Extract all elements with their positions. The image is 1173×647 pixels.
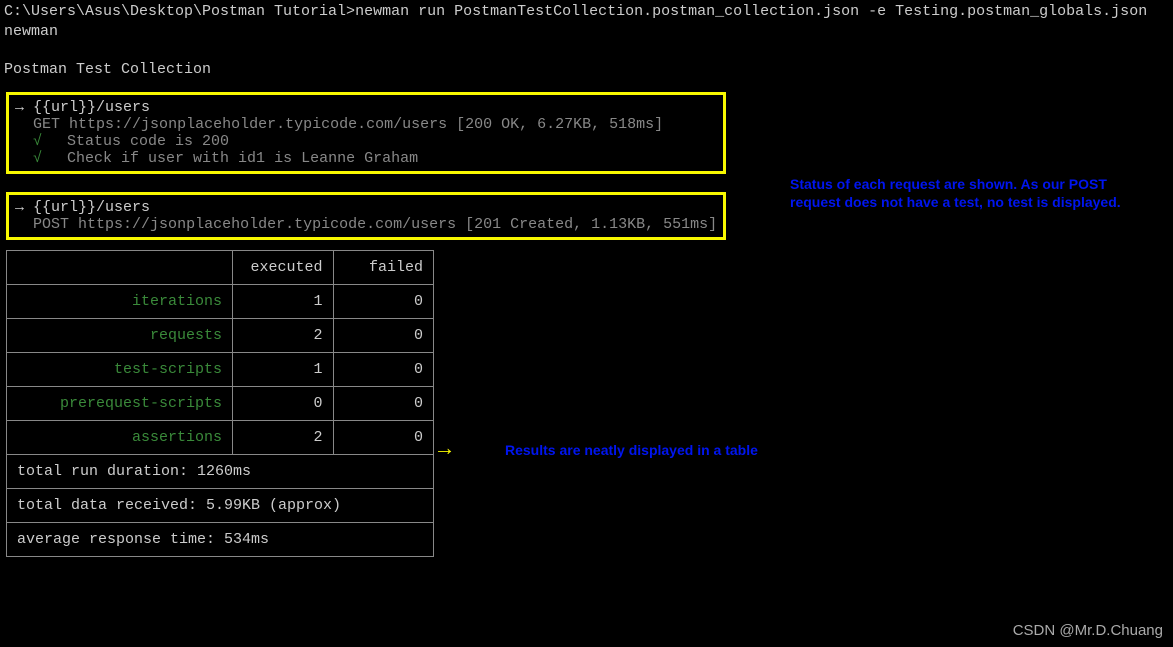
- header-failed: failed: [333, 251, 433, 285]
- row-failed: 0: [333, 285, 433, 319]
- table-row: iterations 1 0: [7, 285, 434, 319]
- request-path: → {{url}}/users: [15, 99, 717, 116]
- row-label: prerequest-scripts: [7, 387, 233, 421]
- table-footer-row: total run duration: 1260ms: [7, 455, 434, 489]
- test-result-1: √ Status code is 200: [15, 133, 717, 150]
- row-executed: 0: [233, 387, 333, 421]
- command-line: C:\Users\Asus\Desktop\Postman Tutorial>n…: [0, 0, 1173, 22]
- blank-header: [7, 251, 233, 285]
- test-result-2: √ Check if user with id1 is Leanne Graha…: [15, 150, 717, 167]
- table-footer-row: total data received: 5.99KB (approx): [7, 489, 434, 523]
- table-row: prerequest-scripts 0 0: [7, 387, 434, 421]
- row-failed: 0: [333, 353, 433, 387]
- command-text: newman run PostmanTestCollection.postman…: [355, 3, 1147, 20]
- footer-avg: average response time: 534ms: [7, 523, 434, 557]
- arrow-icon: →: [438, 441, 451, 459]
- row-failed: 0: [333, 421, 433, 455]
- request-path: → {{url}}/users: [15, 199, 717, 216]
- row-executed: 2: [233, 421, 333, 455]
- check-icon: √: [33, 150, 49, 167]
- request-detail: POST https://jsonplaceholder.typicode.co…: [15, 216, 717, 233]
- table-row: test-scripts 1 0: [7, 353, 434, 387]
- tool-name: newman: [0, 22, 1173, 42]
- row-failed: 0: [333, 387, 433, 421]
- results-table: executed failed iterations 1 0 requests …: [6, 250, 434, 557]
- request-block-get: → {{url}}/users GET https://jsonplacehol…: [6, 92, 726, 174]
- row-label: test-scripts: [7, 353, 233, 387]
- table-footer-row: average response time: 534ms: [7, 523, 434, 557]
- annotation-status: Status of each request are shown. As our…: [790, 175, 1160, 211]
- row-failed: 0: [333, 319, 433, 353]
- row-executed: 1: [233, 353, 333, 387]
- row-executed: 1: [233, 285, 333, 319]
- terminal-output: C:\Users\Asus\Desktop\Postman Tutorial>n…: [0, 0, 1173, 557]
- header-executed: executed: [233, 251, 333, 285]
- request-block-post: → {{url}}/users POST https://jsonplaceho…: [6, 192, 726, 240]
- row-label: assertions: [7, 421, 233, 455]
- footer-duration: total run duration: 1260ms: [7, 455, 434, 489]
- footer-data: total data received: 5.99KB (approx): [7, 489, 434, 523]
- annotation-table: Results are neatly displayed in a table: [505, 441, 758, 459]
- row-executed: 2: [233, 319, 333, 353]
- row-label: requests: [7, 319, 233, 353]
- table-header-row: executed failed: [7, 251, 434, 285]
- table-row: requests 2 0: [7, 319, 434, 353]
- watermark: CSDN @Mr.D.Chuang: [1013, 622, 1163, 639]
- check-icon: √: [33, 133, 49, 150]
- prompt-path: C:\Users\Asus\Desktop\Postman Tutorial>: [4, 3, 355, 20]
- collection-title: Postman Test Collection: [0, 42, 1173, 88]
- table-row: assertions 2 0: [7, 421, 434, 455]
- row-label: iterations: [7, 285, 233, 319]
- request-detail: GET https://jsonplaceholder.typicode.com…: [15, 116, 717, 133]
